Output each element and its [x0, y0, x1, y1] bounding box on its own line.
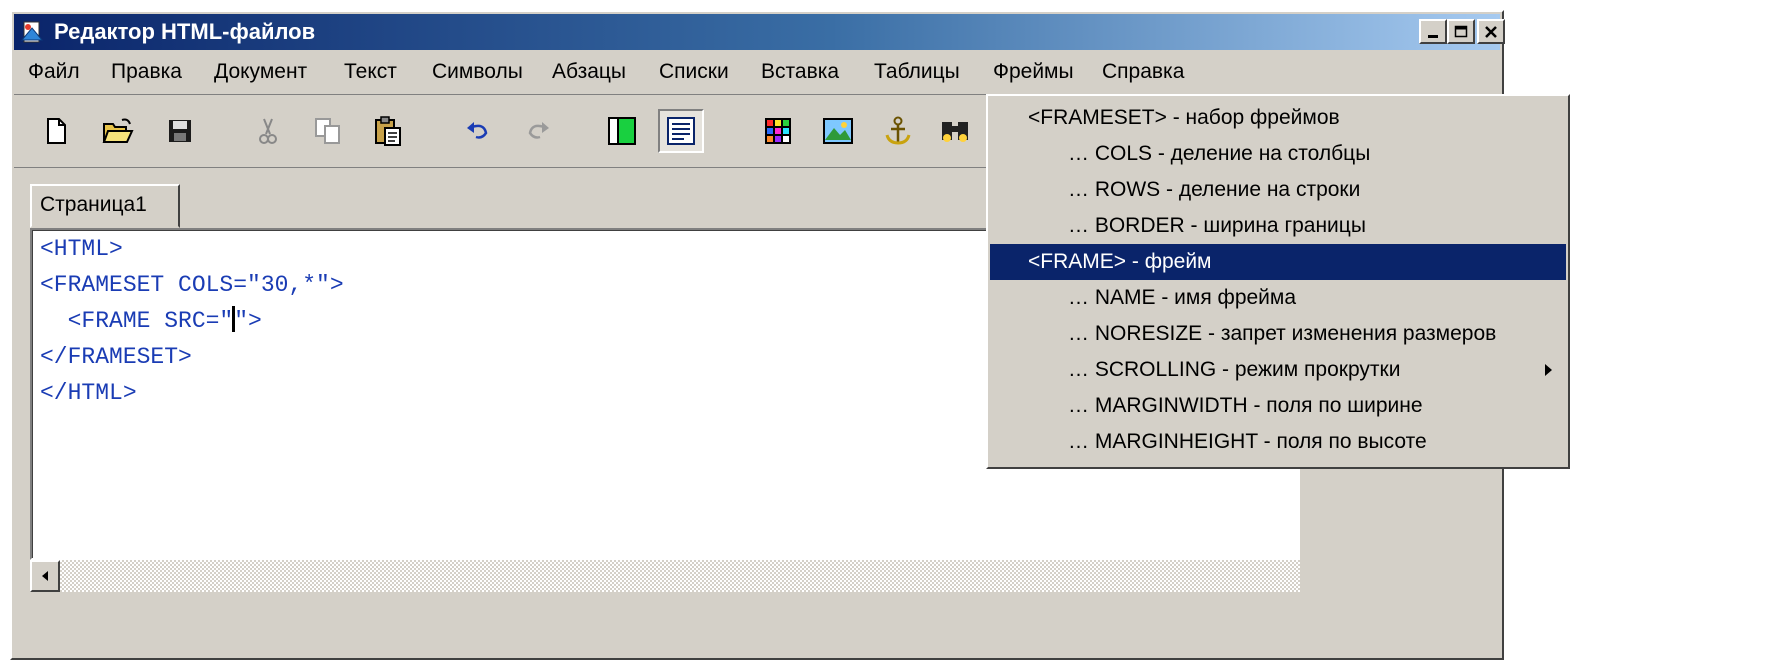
menu-item-label: … BORDER - ширина границы	[1068, 214, 1366, 237]
insert-anchor-button[interactable]	[880, 113, 916, 149]
frames-menu: <FRAMESET> - набор фреймов … COLS - деле…	[986, 94, 1570, 469]
maximize-button[interactable]	[1447, 19, 1475, 44]
save-button[interactable]	[162, 113, 198, 149]
undo-button[interactable]	[460, 113, 496, 149]
code-line: <FRAME SRC="">	[40, 306, 262, 336]
paste-button[interactable]	[370, 113, 406, 149]
scroll-left-button[interactable]	[30, 560, 60, 592]
menu-item-rows[interactable]: … ROWS - деление на строки	[990, 172, 1566, 208]
submenu-arrow-icon	[1545, 364, 1552, 376]
menu-item-label: … NAME - имя фрейма	[1068, 286, 1297, 309]
menu-item-cols[interactable]: … COLS - деление на столбцы	[990, 136, 1566, 172]
new-file-icon	[47, 118, 66, 144]
menu-item-noresize[interactable]: … NORESIZE - запрет изменения размеров	[990, 316, 1566, 352]
minimize-button[interactable]	[1419, 19, 1447, 44]
find-button[interactable]	[938, 113, 974, 149]
menu-item-label: … NORESIZE - запрет изменения размеров	[1068, 322, 1497, 345]
status-bar	[14, 596, 1500, 656]
open-folder-icon	[102, 118, 134, 143]
find-binoculars-icon	[942, 122, 968, 142]
code-fragment: <FRAME SRC="	[40, 308, 234, 334]
menu-document[interactable]: Документ	[214, 58, 307, 86]
image-icon	[823, 118, 853, 144]
menu-insert[interactable]: Вставка	[761, 58, 839, 86]
insert-table-button[interactable]	[760, 113, 796, 149]
new-button[interactable]	[38, 113, 74, 149]
menu-item-name[interactable]: … NAME - имя фрейма	[990, 280, 1566, 316]
close-button[interactable]	[1477, 19, 1505, 44]
code-line: <FRAMESET COLS="30,*">	[40, 272, 344, 298]
open-button[interactable]	[100, 113, 136, 149]
menu-frames[interactable]: Фреймы	[993, 58, 1074, 86]
menu-paragraphs[interactable]: Абзацы	[552, 58, 626, 86]
menu-item-frameset[interactable]: <FRAMESET> - набор фреймов	[990, 100, 1566, 136]
code-fragment: ">	[234, 308, 262, 334]
cut-scissors-icon	[259, 118, 277, 144]
menu-tables[interactable]: Таблицы	[874, 58, 960, 86]
menu-item-label: … SCROLLING - режим прокрутки	[1068, 358, 1401, 381]
menu-item-border[interactable]: … BORDER - ширина границы	[990, 208, 1566, 244]
menu-bar: Файл Правка Документ Текст Символы Абзац…	[14, 52, 1500, 92]
close-icon	[1485, 25, 1497, 38]
code-line: </HTML>	[40, 380, 137, 406]
menu-item-label: <FRAME> - фрейм	[1028, 250, 1212, 273]
redo-icon	[528, 122, 549, 139]
text-view-icon	[667, 117, 695, 145]
paste-icon	[375, 116, 401, 146]
menu-item-label: <FRAMESET> - набор фреймов	[1028, 106, 1340, 129]
menu-help[interactable]: Справка	[1102, 58, 1184, 86]
table-grid-icon	[765, 118, 791, 144]
text-view-button[interactable]	[658, 109, 704, 153]
tab-label: Страница1	[40, 193, 147, 216]
menu-item-label: … COLS - деление на столбцы	[1068, 142, 1371, 165]
cut-button[interactable]	[250, 113, 286, 149]
menu-item-marginwidth[interactable]: … MARGINWIDTH - поля по ширине	[990, 388, 1566, 424]
tab-page1[interactable]: Страница1	[30, 184, 180, 228]
menu-item-label: … ROWS - деление на строки	[1068, 178, 1361, 201]
menu-edit[interactable]: Правка	[111, 58, 182, 86]
minimize-icon	[1428, 34, 1438, 38]
menu-lists[interactable]: Списки	[659, 58, 729, 86]
window-title: Редактор HTML-файлов	[54, 19, 316, 44]
maximize-icon	[1454, 25, 1468, 37]
menu-text[interactable]: Текст	[344, 58, 397, 86]
menu-item-marginheight[interactable]: … MARGINHEIGHT - поля по высоте	[990, 424, 1566, 460]
code-line: <HTML>	[40, 236, 123, 262]
frame-view-icon	[608, 117, 636, 145]
horizontal-scrollbar[interactable]	[30, 560, 1300, 592]
anchor-icon	[885, 116, 911, 145]
menu-item-frame[interactable]: <FRAME> - фрейм	[990, 244, 1566, 280]
frame-view-button[interactable]	[604, 113, 640, 149]
insert-image-button[interactable]	[820, 113, 856, 149]
code-line: </FRAMESET>	[40, 344, 192, 370]
menu-symbols[interactable]: Символы	[432, 58, 523, 86]
copy-icon	[315, 118, 340, 144]
save-disk-icon	[169, 120, 191, 142]
title-bar[interactable]: Редактор HTML-файлов	[14, 14, 1505, 50]
redo-button[interactable]	[520, 113, 556, 149]
menu-item-label: … MARGINHEIGHT - поля по высоте	[1068, 430, 1427, 453]
menu-file[interactable]: Файл	[28, 58, 80, 86]
app-icon	[20, 21, 44, 43]
copy-button[interactable]	[310, 113, 346, 149]
undo-icon	[467, 122, 488, 139]
arrow-left-icon	[42, 571, 48, 581]
menu-item-label: … MARGINWIDTH - поля по ширине	[1068, 394, 1423, 417]
menu-item-scrolling[interactable]: … SCROLLING - режим прокрутки	[990, 352, 1566, 388]
